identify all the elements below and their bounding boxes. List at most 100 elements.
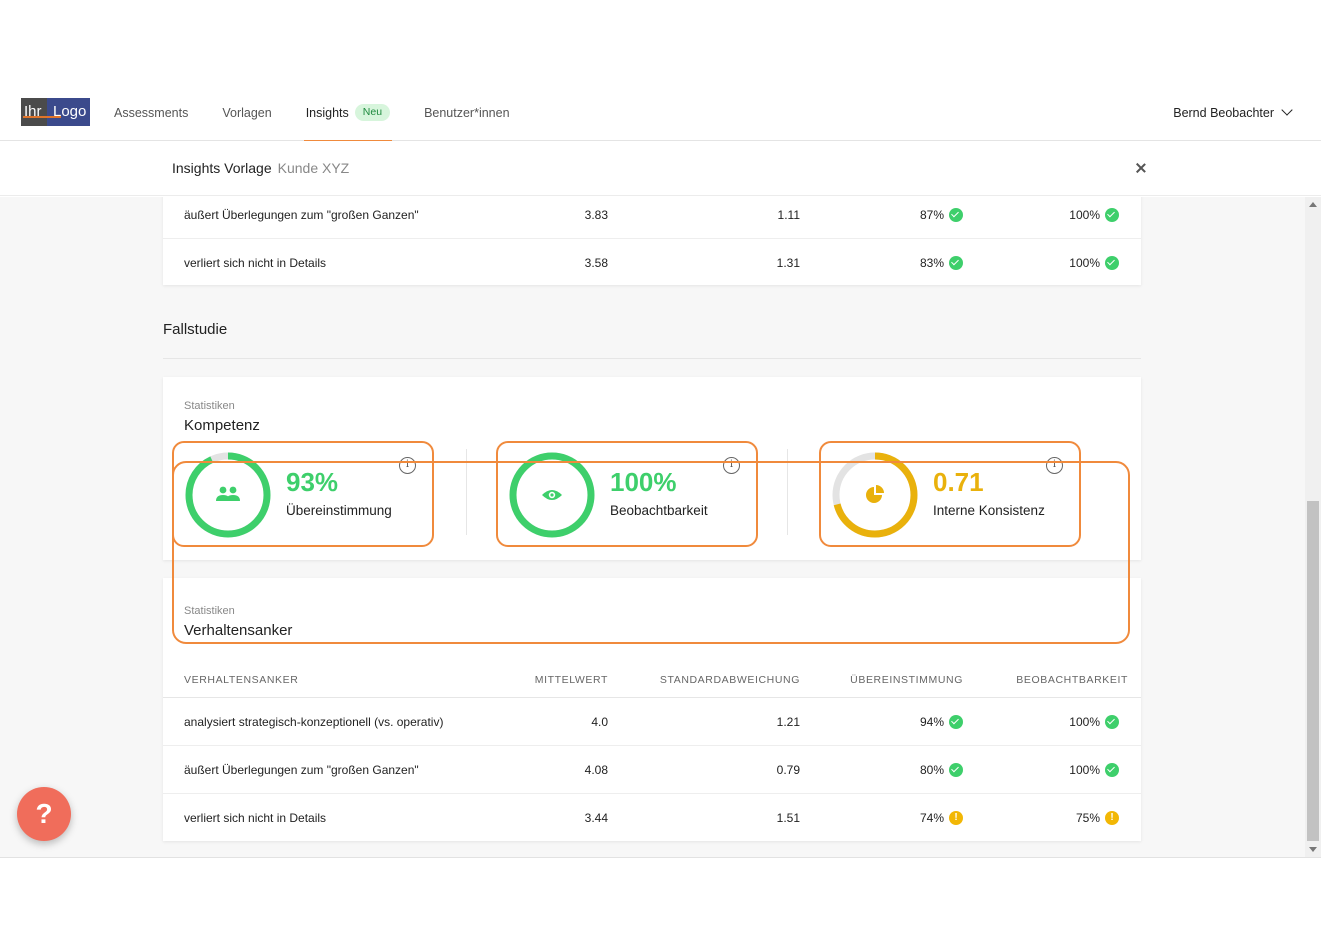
check-circle-icon (1105, 255, 1119, 270)
table-row: äußert Überlegungen zum "großen Ganzen" … (163, 197, 1141, 239)
progress-ring (185, 452, 271, 538)
scrollbar-thumb[interactable] (1307, 501, 1319, 841)
row-beobachtbarkeit: 100% (1069, 197, 1119, 239)
pie-chart-icon (866, 485, 884, 503)
col-uebereinstimmung[interactable]: ÜBEREINSTIMMUNG (850, 662, 963, 698)
kpi-label: Interne Konsistenz (933, 503, 1045, 518)
row-mittelwert: 3.44 (584, 811, 608, 825)
warning-icon: ! (949, 810, 963, 825)
kpi-beobachtbarkeit: 100% Beobachtbarkeit i (496, 441, 758, 547)
scroll-up-arrow-icon[interactable] (1309, 202, 1317, 207)
row-uebereinstimmung: 94% (920, 698, 963, 746)
row-mittelwert: 4.08 (584, 763, 608, 777)
row-mittelwert: 3.58 (584, 256, 608, 270)
nav-item-assessments[interactable]: Assessments (114, 86, 188, 141)
info-icon[interactable]: i (723, 457, 740, 474)
row-beobachtbarkeit: 100% (1069, 746, 1119, 794)
main-nav: Assessments Vorlagen Insights Neu Benutze… (114, 86, 544, 142)
be-value: 100% (1069, 208, 1100, 222)
info-icon[interactable]: i (399, 457, 416, 474)
scroll-down-arrow-icon[interactable] (1309, 847, 1317, 852)
content-area: äußert Überlegungen zum "großen Ganzen" … (0, 197, 1305, 857)
warning-icon: ! (1105, 810, 1119, 825)
progress-ring (509, 452, 595, 538)
card-heading: Kompetenz (184, 417, 260, 434)
page-footer-area (0, 857, 1321, 944)
row-mittelwert: 4.0 (591, 715, 608, 729)
kpi-label: Übereinstimmung (286, 503, 392, 518)
nav-label: Insights (305, 106, 349, 120)
ue-value: 74% (919, 811, 944, 825)
user-menu[interactable]: Bernd Beobachter (1173, 86, 1293, 141)
row-std: 1.11 (777, 208, 800, 222)
card-heading: Verhaltensanker (184, 622, 293, 639)
row-std: 0.79 (776, 763, 800, 777)
kpi-value: 100% (610, 467, 677, 497)
row-mittelwert: 3.83 (584, 208, 608, 222)
verhaltensanker-stats-card: Statistiken Verhaltensanker VERHALTENSAN… (163, 578, 1141, 841)
row-std: 1.51 (776, 811, 800, 825)
row-name: verliert sich nicht in Details (184, 256, 327, 270)
progress-ring (832, 452, 918, 538)
row-uebereinstimmung: 74%! (920, 794, 963, 842)
chevron-down-icon (1281, 104, 1293, 116)
check-circle-icon (949, 255, 963, 270)
nav-item-benutzer[interactable]: Benutzer*innen (424, 86, 509, 141)
check-circle-icon (949, 714, 963, 729)
col-standardabweichung[interactable]: STANDARDABWEICHUNG (660, 662, 800, 698)
row-beobachtbarkeit: 100% (1069, 698, 1119, 746)
scrollbar[interactable] (1305, 197, 1321, 857)
kpi-interne-konsistenz: 0.71 Interne Konsistenz i (819, 441, 1081, 547)
ue-value: 94% (919, 715, 944, 729)
kpi-value: 0.71 (933, 467, 984, 497)
template-title: Insights Vorlage (172, 160, 272, 176)
row-name: verliert sich nicht in Details (184, 811, 327, 825)
check-circle-icon (1105, 714, 1119, 729)
previous-table-card: äußert Überlegungen zum "großen Ganzen" … (163, 197, 1141, 285)
kpi-label: Beobachtbarkeit (610, 503, 708, 518)
info-icon[interactable]: i (1046, 457, 1063, 474)
row-beobachtbarkeit: 75%! (1076, 794, 1119, 842)
row-std: 1.21 (776, 715, 800, 729)
nav-item-vorlagen[interactable]: Vorlagen (222, 86, 271, 141)
be-value: 75% (1075, 811, 1100, 825)
table-row: verliert sich nicht in Details 3.44 1.51… (163, 794, 1141, 842)
top-navigation-bar: Ihr Logo Assessments Vorlagen Insights Ne… (0, 86, 1321, 142)
users-icon (216, 486, 240, 501)
kompetenz-stats-card: Statistiken Kompetenz 93% Übereinstimmun… (163, 377, 1141, 560)
col-beobachtbarkeit[interactable]: BEOBACHTBARKEIT (1016, 662, 1128, 698)
close-icon[interactable] (1133, 160, 1149, 176)
table-row: analysiert strategisch-konzeptionell (vs… (163, 698, 1141, 746)
logo-part-1: Ihr (21, 98, 61, 126)
row-uebereinstimmung: 80% (920, 746, 963, 794)
section-title: Fallstudie (163, 321, 228, 338)
ue-value: 83% (919, 256, 944, 270)
ue-value: 87% (919, 208, 944, 222)
company-logo[interactable]: Ihr Logo (21, 98, 90, 126)
card-label: Statistiken (184, 605, 235, 617)
col-verhaltensanker[interactable]: VERHALTENSANKER (184, 662, 298, 698)
card-label: Statistiken (184, 400, 235, 412)
kpi-divider (787, 449, 788, 535)
section-divider (163, 358, 1141, 359)
logo-part-2: Logo (53, 103, 87, 120)
nav-label: Benutzer*innen (424, 106, 510, 120)
col-mittelwert[interactable]: MITTELWERT (535, 662, 608, 698)
check-circle-icon (1105, 207, 1119, 222)
row-std: 1.31 (776, 256, 800, 270)
table-header: VERHALTENSANKER MITTELWERT STANDARDABWEI… (163, 662, 1141, 698)
row-name: analysiert strategisch-konzeptionell (vs… (184, 715, 444, 729)
row-uebereinstimmung: 83% (920, 239, 963, 287)
be-value: 100% (1069, 715, 1100, 729)
be-value: 100% (1069, 763, 1100, 777)
table-row: äußert Überlegungen zum "großen Ganzen" … (163, 746, 1141, 794)
help-button[interactable]: ? (17, 787, 71, 841)
nav-item-insights[interactable]: Insights Neu (303, 86, 393, 142)
page-title: Insights Vorlage Kunde XYZ (172, 141, 349, 196)
kpi-value: 93% (286, 467, 339, 497)
table-row: verliert sich nicht in Details 3.58 1.31… (163, 239, 1141, 287)
template-subtitle: Kunde XYZ (277, 160, 350, 176)
kpi-divider (466, 449, 467, 535)
check-circle-icon (949, 762, 963, 777)
new-badge: Neu (354, 104, 391, 122)
